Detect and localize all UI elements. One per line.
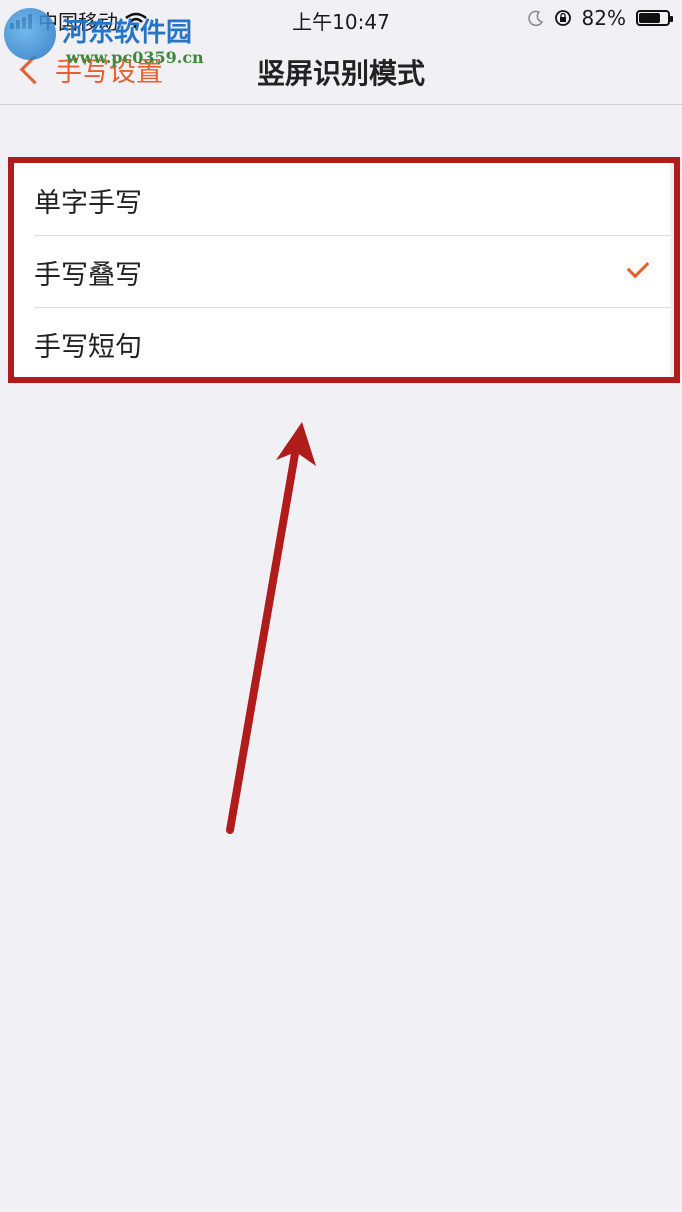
battery-percent: 82% (581, 6, 626, 30)
watermark-title: 河东软件园 (62, 18, 193, 48)
checkmark-icon (626, 255, 650, 279)
option-label: 手写叠写 (34, 260, 142, 291)
options-list: 单字手写 手写叠写 手写短句 (14, 163, 670, 379)
option-overlap[interactable]: 手写叠写 (14, 235, 670, 307)
option-label: 手写短句 (34, 332, 142, 363)
rotation-lock-icon (554, 10, 571, 26)
moon-icon (527, 10, 543, 26)
watermark-logo-icon (4, 8, 56, 60)
option-label: 单字手写 (34, 188, 142, 219)
status-right: 82% (527, 6, 673, 30)
option-single-char[interactable]: 单字手写 (14, 163, 670, 235)
watermark-url: www.pc0359.cn (66, 48, 204, 67)
battery-icon (636, 10, 673, 26)
option-short-sentence[interactable]: 手写短句 (14, 307, 670, 379)
